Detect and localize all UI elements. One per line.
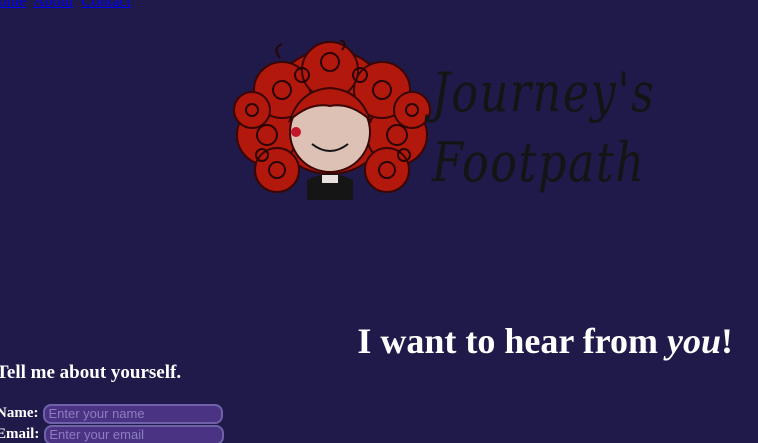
site-logo: Journey's Footpath [222, 40, 672, 210]
nav-link-home[interactable]: Home [0, 0, 26, 10]
email-input[interactable] [44, 424, 225, 443]
email-label: Email: [0, 426, 40, 442]
name-row: Name: [0, 403, 224, 424]
curly-hair-girl-logo-icon [233, 40, 431, 200]
form-intro: Tell me about yourself. [0, 362, 182, 383]
nav-link-contact[interactable]: Contact [81, 0, 131, 10]
top-nav: Home About Contact [0, 0, 135, 11]
nav-link-about[interactable]: About [33, 0, 73, 10]
email-row: Email: [0, 424, 225, 443]
headline-text: I want to hear from [357, 321, 667, 362]
page: Home About Contact [0, 0, 758, 443]
headline-emphasis: you [667, 321, 721, 362]
logo-wordmark: Journey's Footpath [432, 58, 656, 198]
page-headline: I want to hear from you! [357, 320, 733, 362]
name-input[interactable] [43, 403, 224, 424]
logo-line-1: Journey's [432, 61, 656, 124]
name-label: Name: [0, 405, 39, 421]
logo-line-2: Footpath [432, 131, 646, 194]
headline-exclamation: ! [721, 321, 733, 362]
